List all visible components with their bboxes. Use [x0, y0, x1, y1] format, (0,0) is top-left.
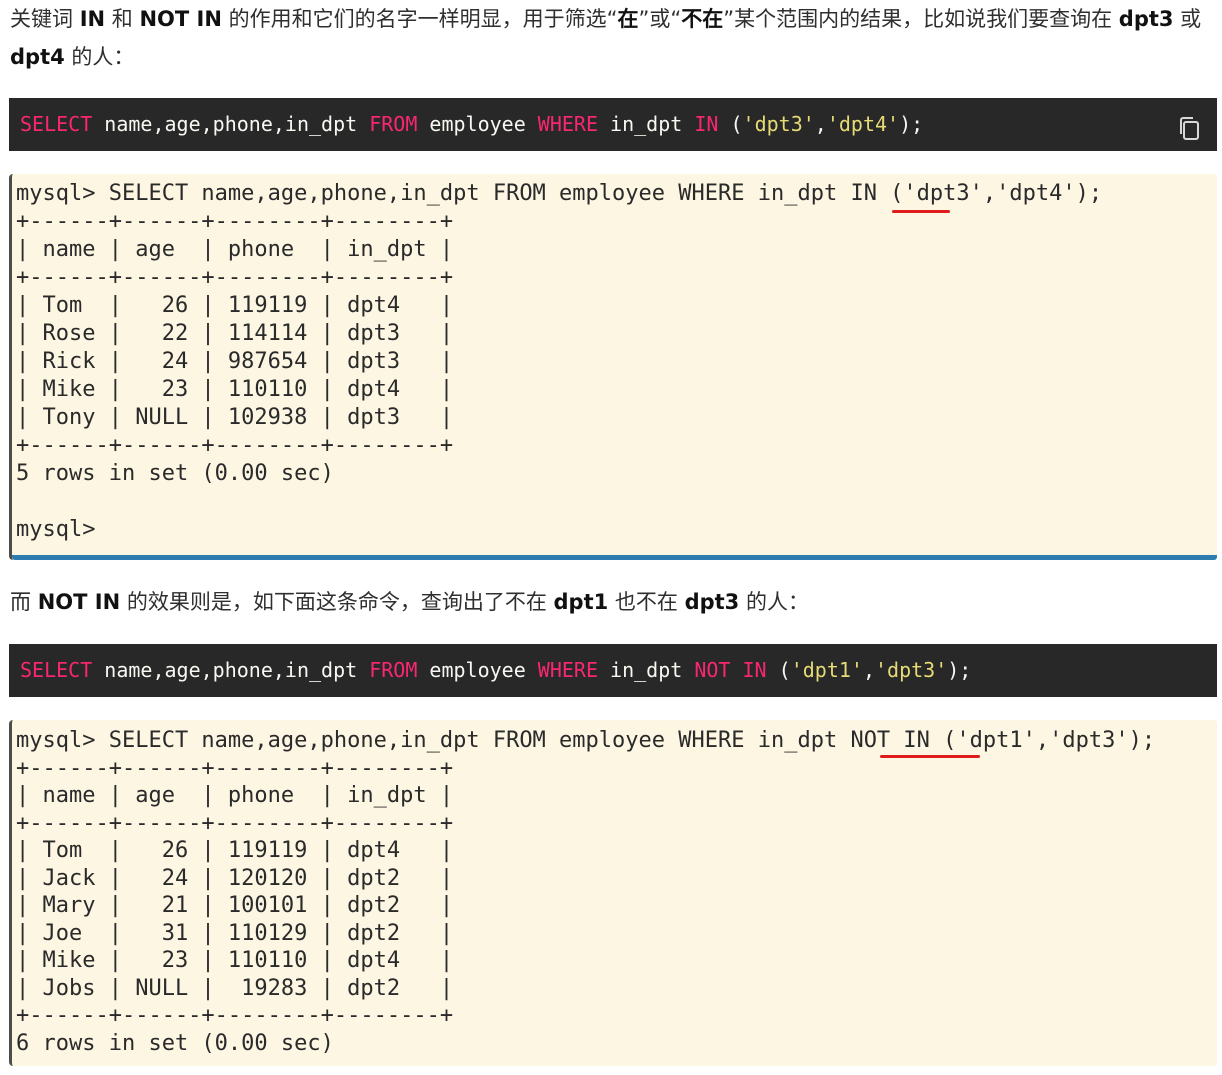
sql-text: (	[766, 658, 791, 682]
bold-zai: 在	[617, 7, 639, 31]
terminal-command-line: mysql> SELECT name,age,phone,in_dpt FROM…	[16, 728, 1156, 753]
terminal-line: mysql>	[16, 517, 96, 542]
terminal-line: | Joe | 31 | 110129 | dpt2 |	[16, 920, 454, 946]
bold-dpt3: dpt3	[1118, 7, 1174, 31]
bold-buzai: 不在	[681, 7, 724, 31]
sql-text: );	[947, 658, 972, 682]
sql-text: employee	[417, 112, 538, 136]
sql-keyword: NOT	[694, 658, 731, 682]
terminal-line: 5 rows in set (0.00 sec)	[16, 461, 334, 486]
middle-text: 的效果则是，如下面这条命令，查询出了不在	[120, 590, 554, 614]
intro-text: 的作用和它们的名字一样明显，用于筛选“	[221, 7, 618, 31]
terminal-line: +------+------+--------+--------+	[16, 755, 454, 781]
sql-text: in_dpt	[598, 658, 695, 682]
sql-keyword: SELECT	[20, 658, 93, 682]
sql-text: employee	[417, 658, 538, 682]
terminal-line: +------+------+--------+--------+	[16, 810, 454, 836]
bold-dpt1: dpt1	[553, 590, 609, 614]
sql-string: 'dpt4'	[826, 112, 900, 136]
terminal-line: 6 rows in set (0.00 sec)	[16, 1030, 334, 1056]
terminal-line: | name | age | phone | in_dpt |	[16, 783, 454, 808]
intro-paragraph: 关键词 IN 和 NOT IN 的作用和它们的名字一样明显，用于筛选“在”或“不…	[10, 0, 1210, 76]
sql-keyword: WHERE	[537, 658, 599, 682]
terminal-line: | Mike | 23 | 110110 | dpt4 |	[16, 377, 454, 402]
intro-text: ”某个范围内的结果，比如说我们要查询在	[723, 7, 1119, 31]
sql-text: ,	[814, 112, 827, 136]
terminal-line: | Mary | 21 | 100101 | dpt2 |	[16, 893, 454, 918]
bold-dpt3: dpt3	[684, 590, 740, 614]
keyword-not-in: NOT IN	[37, 590, 121, 614]
intro-text: ”或“	[638, 7, 682, 31]
sql-keyword: IN	[742, 658, 767, 682]
terminal-line: | Jobs | NULL | 19283 | dpt2 |	[16, 975, 454, 1001]
sql-keyword: IN	[694, 112, 719, 136]
sql-text: ,	[862, 658, 875, 682]
terminal-line: | Jack | 24 | 120120 | dpt2 |	[16, 865, 454, 891]
terminal-line: | Mike | 23 | 110110 | dpt4 |	[16, 948, 454, 973]
sql-keyword: FROM	[369, 112, 418, 136]
code-block-not-in: SELECT name,age,phone,in_dpt FROM employ…	[9, 644, 1217, 697]
keyword-not-in: NOT IN	[139, 7, 222, 31]
sql-text: (	[718, 112, 743, 136]
intro-text: 或	[1173, 7, 1202, 31]
terminal-bottom-border	[12, 555, 1217, 560]
middle-text: 也不在	[608, 590, 685, 614]
intro-text: 关键词	[10, 7, 80, 31]
intro-text: 的人：	[64, 45, 135, 69]
keyword-in: IN	[79, 7, 106, 31]
terminal-output-in: mysql> SELECT name,age,phone,in_dpt FROM…	[9, 174, 1217, 560]
terminal-line: +------+------+--------+--------+	[16, 209, 454, 234]
red-underline-highlight	[880, 755, 980, 758]
terminal-command-line: mysql> SELECT name,age,phone,in_dpt FROM…	[16, 181, 1103, 206]
terminal-output-not-in: mysql> SELECT name,age,phone,in_dpt FROM…	[9, 720, 1217, 1066]
intro-text: 和	[105, 7, 140, 31]
terminal-line: | Tom | 26 | 119119 | dpt4 |	[16, 838, 454, 863]
terminal-line: | name | age | phone | in_dpt |	[16, 237, 454, 262]
bold-dpt4: dpt4	[10, 45, 65, 69]
terminal-line: | Tom | 26 | 119119 | dpt4 |	[16, 293, 454, 318]
sql-keyword: FROM	[369, 658, 418, 682]
middle-text: 的人：	[739, 590, 809, 614]
middle-paragraph: 而 NOT IN 的效果则是，如下面这条命令，查询出了不在 dpt1 也不在 d…	[10, 583, 1210, 621]
red-underline-highlight	[892, 210, 950, 213]
sql-text: in_dpt	[598, 112, 695, 136]
middle-text: 而	[10, 590, 38, 614]
terminal-line: | Rose | 22 | 114114 | dpt3 |	[16, 321, 454, 346]
copy-icon[interactable]	[1177, 110, 1203, 140]
sql-text: name,age,phone,in_dpt	[92, 112, 370, 136]
sql-string: 'dpt1'	[790, 658, 863, 682]
terminal-line: +------+------+--------+--------+	[16, 1003, 454, 1028]
sql-text: name,age,phone,in_dpt	[92, 658, 370, 682]
sql-text: );	[899, 112, 924, 136]
sql-keyword: SELECT	[20, 112, 93, 136]
sql-string: 'dpt3'	[742, 112, 815, 136]
terminal-line: | Rick | 24 | 987654 | dpt3 |	[16, 349, 454, 374]
terminal-line: +------+------+--------+--------+	[16, 433, 454, 458]
terminal-line: | Tony | NULL | 102938 | dpt3 |	[16, 405, 454, 430]
terminal-line: +------+------+--------+--------+	[16, 265, 454, 290]
sql-string: 'dpt3'	[875, 658, 948, 682]
sql-keyword: WHERE	[537, 112, 599, 136]
code-block-in: SELECT name,age,phone,in_dpt FROM employ…	[9, 98, 1217, 151]
